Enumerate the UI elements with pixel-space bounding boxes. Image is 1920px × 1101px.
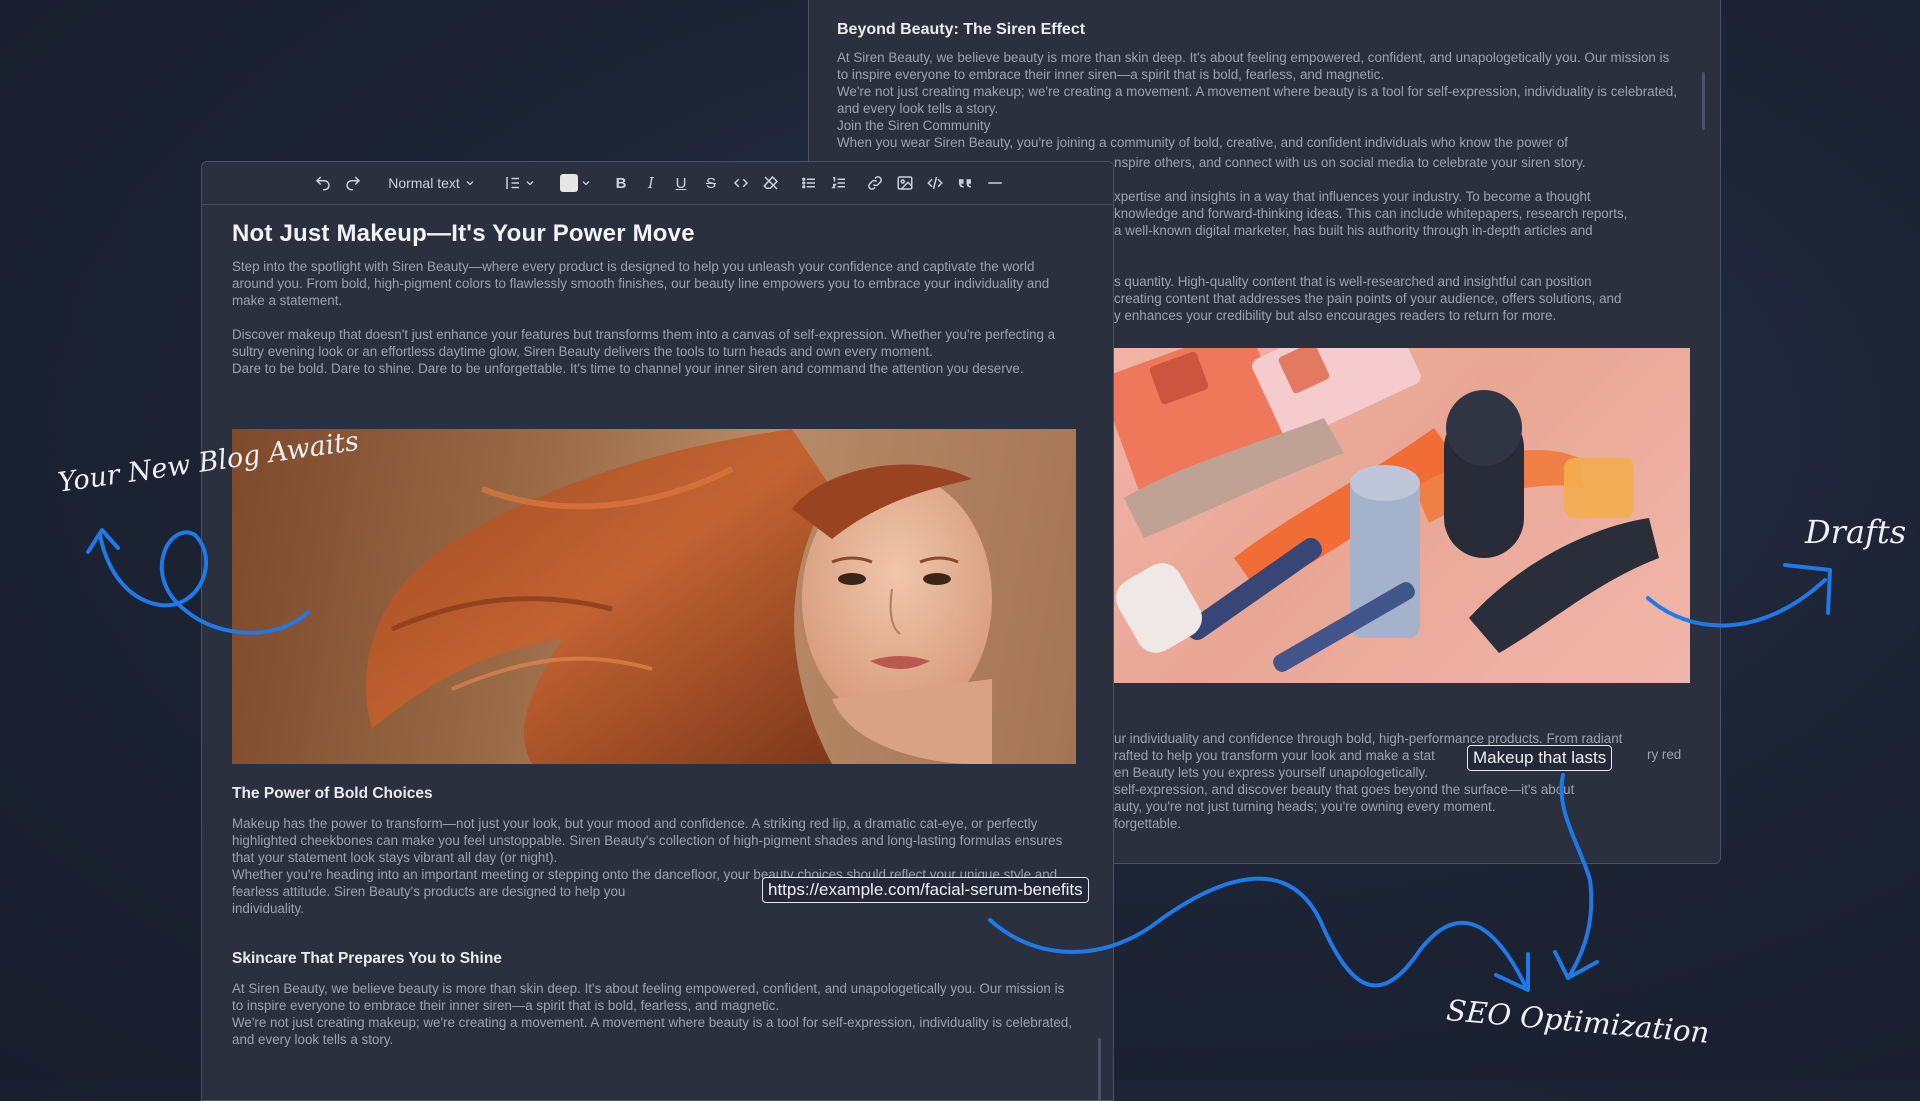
blog-editor-panel: Normal text B I U S Not Just Makeup—It's… (201, 161, 1114, 1101)
seo-lasts-arrowhead (1553, 950, 1599, 980)
section-skincare: Skincare That Prepares You to Shine At S… (232, 950, 1075, 1048)
editor-toolbar: Normal text B I U S (202, 162, 1113, 205)
drafts-annotation-label: Drafts (1805, 513, 1907, 551)
text-color-dropdown[interactable] (556, 172, 596, 194)
bullet-list-icon[interactable] (798, 172, 820, 194)
chevron-down-icon (466, 181, 474, 186)
draft-line: s quantity. High-quality content that is… (1114, 274, 1592, 289)
draft-text-partial: nspire others, and connect with us on so… (1114, 154, 1682, 171)
paragraph: We're not just creating makeup; we're cr… (232, 1015, 1072, 1047)
makeup-products-illustration (1114, 348, 1690, 683)
draft-line: nspire others, and connect with us on so… (1114, 155, 1586, 170)
undo-icon[interactable] (312, 172, 334, 194)
makeup-products-image (1114, 348, 1690, 683)
strikethrough-button[interactable]: S (700, 172, 722, 194)
text-style-dropdown[interactable]: Normal text (382, 172, 482, 194)
draft-heading: Beyond Beauty: The Siren Effect (837, 21, 1086, 38)
line-height-icon (506, 177, 519, 189)
clear-format-icon[interactable] (760, 172, 782, 194)
draft-line: forgettable. (1114, 816, 1181, 831)
paragraph: Discover makeup that doesn't just enhanc… (232, 327, 1056, 359)
italic-button[interactable]: I (640, 172, 662, 194)
chevron-down-icon (582, 181, 590, 186)
seo-url-arrowhead (1494, 952, 1530, 992)
section-heading: The Power of Bold Choices (232, 785, 433, 802)
section-text: At Siren Beauty, we believe beauty is mo… (232, 980, 1075, 1048)
portrait-illustration (365, 429, 992, 764)
draft-line: auty, you're not just turning heads; you… (1114, 799, 1496, 814)
inline-code-icon[interactable] (730, 172, 752, 194)
draft-line: ry red (1647, 747, 1682, 762)
blog-arrowhead (86, 528, 120, 554)
paragraph: At Siren Beauty, we believe beauty is mo… (232, 981, 1065, 1013)
quote-icon[interactable] (954, 172, 976, 194)
draft-line: a well-known digital marketer, has built… (1114, 223, 1593, 238)
draft-text-partial: xpertise and insights in a way that infl… (1114, 188, 1682, 239)
line-height-dropdown[interactable] (500, 172, 540, 194)
hero-portrait-image (232, 429, 1076, 764)
draft-paragraph: Join the Siren Community (837, 118, 991, 133)
draft-scrollbar[interactable] (1702, 72, 1705, 130)
chevron-down-icon (526, 181, 534, 186)
drafts-arrowhead (1783, 563, 1832, 615)
draft-line: creating content that addresses the pain… (1114, 291, 1622, 306)
paragraph: Makeup has the power to transform—not ju… (232, 816, 1063, 865)
code-block-icon[interactable] (924, 172, 946, 194)
section-heading: Skincare That Prepares You to Shine (232, 950, 502, 967)
redo-icon[interactable] (342, 172, 364, 194)
draft-paragraph: We're not just creating makeup; we're cr… (837, 84, 1677, 116)
image-icon[interactable] (894, 172, 916, 194)
draft-paragraph: At Siren Beauty, we believe beauty is mo… (837, 50, 1670, 82)
paragraph: Dare to be bold. Dare to shine. Dare to … (232, 361, 1024, 376)
editor-scrollbar[interactable] (1098, 1038, 1101, 1100)
bold-button[interactable]: B (610, 172, 632, 194)
text-style-label: Normal text (388, 175, 460, 191)
intro-text: Step into the spotlight with Siren Beaut… (232, 258, 1075, 377)
makeup-lasts-tag: Makeup that lasts (1467, 745, 1613, 771)
post-title[interactable]: Not Just Makeup—It's Your Power Move (232, 220, 1075, 248)
url-tag: https://example.com/facial-serum-benefit… (762, 877, 1089, 903)
underline-button[interactable]: U (670, 172, 692, 194)
draft-paragraph: When you wear Siren Beauty, you're joini… (837, 135, 1569, 150)
draft-line: knowledge and forward-thinking ideas. Th… (1114, 206, 1628, 221)
draft-line: y enhances your credibility but also enc… (1114, 308, 1557, 323)
link-icon[interactable] (864, 172, 886, 194)
draft-text: At Siren Beauty, we believe beauty is mo… (837, 49, 1682, 151)
horizontal-rule-icon[interactable] (984, 172, 1006, 194)
draft-line: self-expression, and discover beauty tha… (1114, 782, 1575, 797)
numbered-list-icon[interactable] (828, 172, 850, 194)
paragraph: Step into the spotlight with Siren Beaut… (232, 259, 1050, 308)
draft-text-partial: s quantity. High-quality content that is… (1114, 273, 1682, 324)
draft-line: xpertise and insights in a way that infl… (1114, 189, 1591, 204)
seo-annotation-label: SEO Optimization (1445, 993, 1711, 1050)
color-swatch (560, 174, 578, 192)
editor-content[interactable]: Not Just Makeup—It's Your Power Move Ste… (232, 204, 1075, 377)
